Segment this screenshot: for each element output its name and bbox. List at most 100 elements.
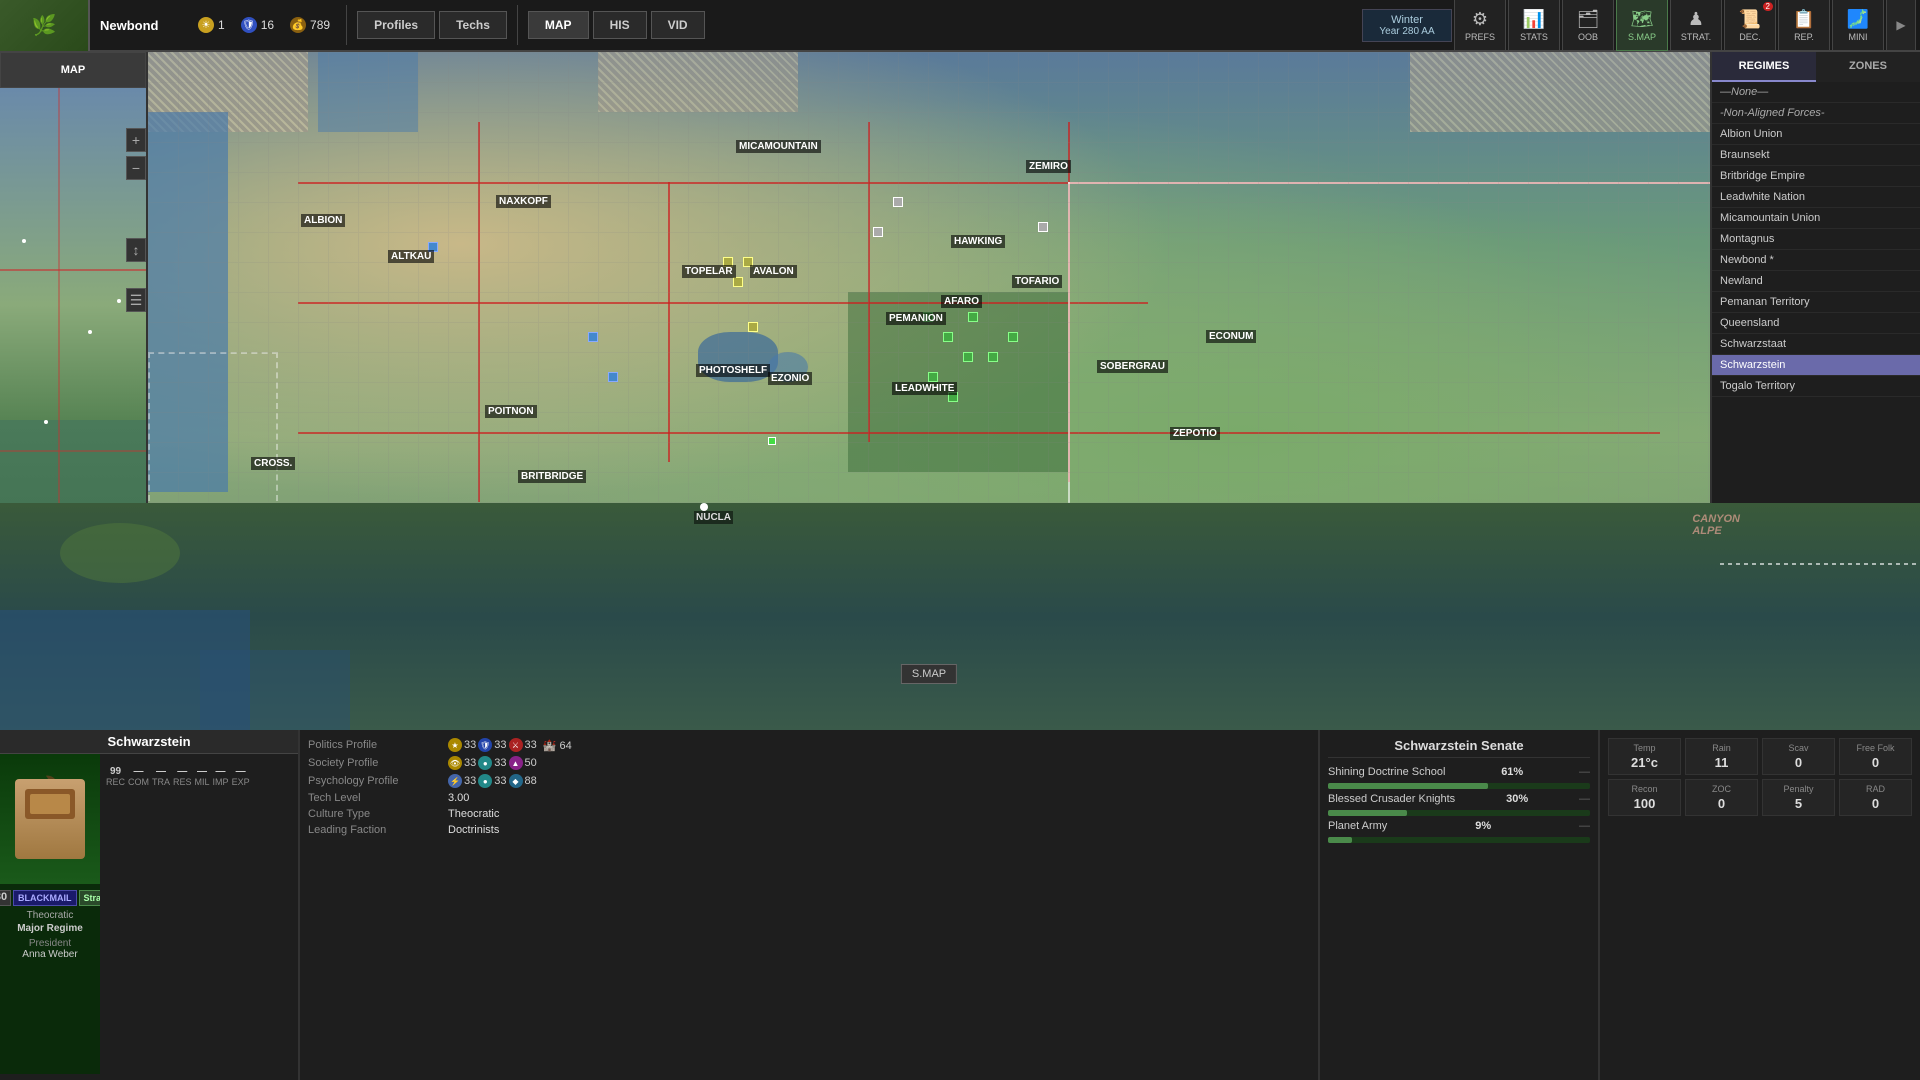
shield-icon: 🛡 xyxy=(241,17,257,33)
unit-marker-white[interactable] xyxy=(893,197,903,207)
unit-marker-yellow[interactable] xyxy=(733,277,743,287)
regime-item-albion[interactable]: Albion Union xyxy=(1712,124,1920,145)
stat-imp-val: — xyxy=(216,766,226,777)
portrait-background: 🔥 xyxy=(0,754,100,884)
psych-icon2: ● xyxy=(478,774,492,788)
prefs-button[interactable]: ⚙ PREFS xyxy=(1454,0,1506,51)
char-portrait: 🔥 30 BLACKMAIL Strat Theocratic Major Re… xyxy=(0,754,100,1074)
regime-item-nonaligned[interactable]: -Non-Aligned Forces- xyxy=(1712,103,1920,124)
penalty-value: 5 xyxy=(1767,796,1830,811)
stats-button[interactable]: 📊 STATS xyxy=(1508,0,1560,51)
psych-val1: 33 xyxy=(464,775,476,787)
filter-icon[interactable]: ☰ xyxy=(126,288,146,312)
unit-marker-green[interactable] xyxy=(948,392,958,402)
senate-title: Schwarzstein Senate xyxy=(1328,738,1590,758)
dec-icon: 📜 xyxy=(1739,9,1761,30)
strat-badge[interactable]: Strat xyxy=(79,890,101,906)
stat-cell-rain: Rain 11 xyxy=(1685,738,1758,775)
map-tab-map[interactable]: MAP xyxy=(528,11,589,39)
unit-marker-green[interactable] xyxy=(928,372,938,382)
strat-button[interactable]: ♟ STRAT. xyxy=(1670,0,1722,51)
unit-marker-white[interactable] xyxy=(873,227,883,237)
sun-icon: ☀ xyxy=(198,17,214,33)
oob-button[interactable]: 🗂 OOB xyxy=(1562,0,1614,51)
regime-item-schwarzstein[interactable]: Schwarzstein xyxy=(1712,355,1920,376)
dec-button[interactable]: 📜 DEC. 2 xyxy=(1724,0,1776,51)
zones-tab[interactable]: ZONES xyxy=(1816,52,1920,82)
left-tab-map[interactable]: MAP xyxy=(0,52,146,88)
unit-marker-green[interactable] xyxy=(1008,332,1018,342)
unit-marker[interactable] xyxy=(608,372,618,382)
psych-val2: 33 xyxy=(494,775,506,787)
society-val2: 33 xyxy=(494,757,506,769)
unit-marker-green[interactable] xyxy=(963,352,973,362)
scroll-icon[interactable]: ↕ xyxy=(126,238,146,262)
unit-marker-yellow[interactable] xyxy=(748,322,758,332)
smap-overlay-button[interactable]: S.MAP xyxy=(901,664,957,684)
top-bar: 🌿 Newbond ☀ 1 🛡 16 💰 789 Profiles Techs … xyxy=(0,0,1920,52)
map-tab-vid[interactable]: VID xyxy=(651,11,705,39)
mountain-region xyxy=(598,52,798,112)
unit-marker-yellow[interactable] xyxy=(743,257,753,267)
bottom-main: Schwarzstein 🔥 30 BLACKMAIL Strat Theocr… xyxy=(0,730,1920,1080)
stat-com-label: COM xyxy=(128,777,149,787)
regime-item-none[interactable]: —None— xyxy=(1712,82,1920,103)
expand-button[interactable]: ▶ xyxy=(1886,0,1916,51)
regime-item-queensland[interactable]: Queensland xyxy=(1712,313,1920,334)
season-display: Winter Year 280 AA xyxy=(1362,9,1452,42)
left-tab-row: MAP xyxy=(0,52,146,88)
regime-item-pemanan[interactable]: Pemanan Territory xyxy=(1712,292,1920,313)
stat-res: — RES xyxy=(173,766,192,787)
resource-coin: 💰 789 xyxy=(282,17,338,33)
recon-label: Recon xyxy=(1613,784,1676,794)
regime-item-leadwhite[interactable]: Leadwhite Nation xyxy=(1712,187,1920,208)
rep-button[interactable]: 📋 REP. xyxy=(1778,0,1830,51)
stat-tra: — TRA xyxy=(152,766,170,787)
stat-exp-label: EXP xyxy=(232,777,250,787)
regime-item-newbond[interactable]: Newbond * xyxy=(1712,250,1920,271)
techs-button[interactable]: Techs xyxy=(439,11,507,39)
unit-marker-green[interactable] xyxy=(923,312,933,322)
regime-item-newland[interactable]: Newland xyxy=(1712,271,1920,292)
stat-imp: — IMP xyxy=(213,766,229,787)
unit-marker-green[interactable] xyxy=(988,352,998,362)
smap-nav-button[interactable]: 🗺 S.MAP xyxy=(1616,0,1668,51)
rain-value: 11 xyxy=(1690,755,1753,770)
unit-marker-green[interactable] xyxy=(943,332,953,342)
psych-icon3: ◆ xyxy=(509,774,523,788)
senate-faction-1: Shining Doctrine School 61% — xyxy=(1328,766,1590,778)
faction2-name: Blessed Crusader Knights xyxy=(1328,793,1455,805)
resource-sun: ☀ 1 xyxy=(190,17,233,33)
regime-item-micamountain[interactable]: Micamountain Union xyxy=(1712,208,1920,229)
zoom-in-icon[interactable]: + xyxy=(126,128,146,152)
regimes-tab[interactable]: REGIMES xyxy=(1712,52,1816,82)
mini-button[interactable]: 🗾 MINI xyxy=(1832,0,1884,51)
regime-item-montagnus[interactable]: Montagnus xyxy=(1712,229,1920,250)
faction1-pct: 61% xyxy=(1501,766,1523,778)
recon-value: 100 xyxy=(1613,796,1676,811)
town-marker[interactable] xyxy=(768,437,776,445)
unit-marker[interactable] xyxy=(588,332,598,342)
unit-marker-green[interactable] xyxy=(968,312,978,322)
regime-item-schwarzstaat[interactable]: Schwarzstaat xyxy=(1712,334,1920,355)
unit-marker[interactable] xyxy=(428,242,438,252)
regime-item-braunsekt[interactable]: Braunsekt xyxy=(1712,145,1920,166)
regime-item-britbridge[interactable]: Britbridge Empire xyxy=(1712,166,1920,187)
profiles-button[interactable]: Profiles xyxy=(357,11,435,39)
char-type-label: Theocratic xyxy=(25,908,76,923)
stat-com: — COM xyxy=(128,766,149,787)
map-tab-his[interactable]: HIS xyxy=(593,11,647,39)
regime-name-display: Newbond xyxy=(90,18,190,33)
zoom-out-icon[interactable]: − xyxy=(126,156,146,180)
unit-marker-yellow[interactable] xyxy=(723,257,733,267)
oob-icon: 🗂 xyxy=(1577,9,1600,30)
stat-cell-penalty: Penalty 5 xyxy=(1762,779,1835,816)
regime-item-togalo[interactable]: Togalo Territory xyxy=(1712,376,1920,397)
unit-marker-white[interactable] xyxy=(1038,222,1048,232)
society-icon3: ▲ xyxy=(509,756,523,770)
char-president-name: Anna Weber xyxy=(22,949,77,960)
blackmail-badge[interactable]: BLACKMAIL xyxy=(13,890,77,906)
temp-label: Temp xyxy=(1613,743,1676,753)
smap-nav-icon: 🗺 xyxy=(1631,9,1654,30)
politics-sword-icon: ⚔ xyxy=(509,738,523,752)
